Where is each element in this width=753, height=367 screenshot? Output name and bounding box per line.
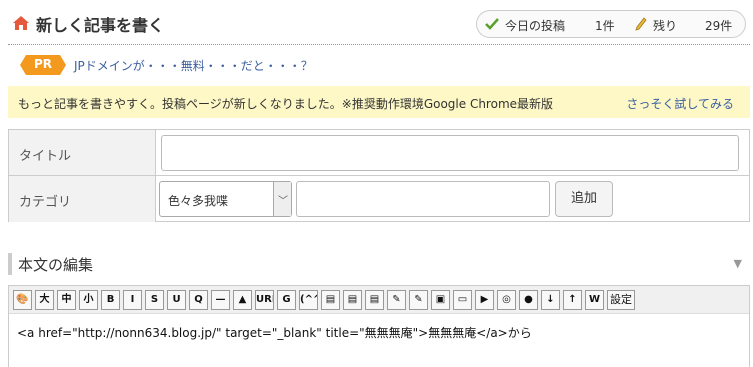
toolbar-word-button[interactable]: W bbox=[585, 290, 604, 310]
toolbar-underline-button[interactable]: U bbox=[167, 290, 186, 310]
toolbar-file1-button[interactable]: ▤ bbox=[321, 290, 340, 310]
add-category-button[interactable]: 追加 bbox=[555, 181, 613, 217]
pr-badge: PR bbox=[20, 55, 66, 75]
check-icon bbox=[485, 18, 499, 30]
toolbar-url-link-button[interactable]: URL bbox=[255, 290, 274, 310]
category-row: カテゴリ 色々多我喋 ﹀ 追加 bbox=[9, 176, 749, 222]
toolbar-hr-button[interactable]: — bbox=[211, 290, 230, 310]
title-input[interactable] bbox=[161, 135, 739, 171]
category-select[interactable]: 色々多我喋 ﹀ bbox=[159, 181, 292, 217]
toolbar-youtube-button[interactable]: ▶ bbox=[475, 290, 494, 310]
remaining-count: 29件 bbox=[705, 19, 733, 33]
pr-badge-label: PR bbox=[33, 57, 53, 71]
notice-banner: もっと記事を書きやすく。投稿ページが新しくなりました。※推奨動作環境Google… bbox=[8, 86, 750, 118]
category-selected-value: 色々多我喋 bbox=[168, 194, 229, 208]
section-title: 本文の編集 bbox=[18, 256, 94, 274]
category-label: カテゴリ bbox=[19, 195, 72, 210]
editor-textarea[interactable]: <a href="http://nonn634.blog.jp/" target… bbox=[17, 324, 532, 341]
toolbar-file2-button[interactable]: ▤ bbox=[343, 290, 362, 310]
toolbar-google-button[interactable]: G bbox=[277, 290, 296, 310]
toolbar-italic-button[interactable]: I bbox=[123, 290, 142, 310]
toolbar-instagram-button[interactable]: ◎ bbox=[497, 290, 516, 310]
toolbar-strike-button[interactable]: S bbox=[145, 290, 164, 310]
toolbar-up-arrow-button[interactable]: ↑ bbox=[563, 290, 582, 310]
toolbar-file3-button[interactable]: ▤ bbox=[365, 290, 384, 310]
toolbar-emoticon-button[interactable]: (^^) bbox=[299, 290, 318, 310]
toolbar-large-button[interactable]: 大 bbox=[35, 290, 54, 310]
home-icon bbox=[13, 16, 29, 30]
page-header: 新しく記事を書く 今日の投稿 1件 残り 29件 bbox=[0, 0, 753, 46]
toolbar-image-button[interactable]: ▲ bbox=[233, 290, 252, 310]
toolbar-tv-button[interactable]: ▣ bbox=[431, 290, 450, 310]
page-title: 新しく記事を書く bbox=[36, 16, 165, 35]
post-form: タイトル カテゴリ 色々多我喋 ﹀ 追加 bbox=[8, 129, 750, 222]
chevron-down-icon[interactable]: ﹀ bbox=[273, 182, 291, 216]
toolbar-evernote-button[interactable]: ● bbox=[519, 290, 538, 310]
toolbar-quote-button[interactable]: Q bbox=[189, 290, 208, 310]
try-new-editor-link[interactable]: さっそく試してみる bbox=[626, 95, 734, 112]
body-section-header: 本文の編集 ▼ bbox=[8, 252, 750, 276]
pencil-icon bbox=[635, 17, 647, 31]
today-posts-count: 1件 bbox=[595, 19, 615, 33]
remaining-label: 残り bbox=[653, 19, 678, 33]
notice-text: もっと記事を書きやすく。投稿ページが新しくなりました。※推奨動作環境Google… bbox=[18, 97, 554, 111]
toolbar-medium-button[interactable]: 中 bbox=[57, 290, 76, 310]
toolbar-settings-button[interactable]: 設定 bbox=[607, 290, 635, 310]
toolbar-small-button[interactable]: 小 bbox=[79, 290, 98, 310]
toolbar-down-arrow-button[interactable]: ↓ bbox=[541, 290, 560, 310]
pr-link[interactable]: JPドメインが・・・無料・・・だと・・・？ bbox=[74, 57, 313, 74]
toolbar-frame-button[interactable]: ▭ bbox=[453, 290, 472, 310]
title-label: タイトル bbox=[19, 149, 72, 164]
header-divider bbox=[8, 44, 750, 45]
title-label-cell: タイトル bbox=[9, 130, 156, 175]
toolbar-marker-button[interactable]: ✎ bbox=[387, 290, 406, 310]
toolbar-bold-button[interactable]: B bbox=[101, 290, 120, 310]
category-label-cell: カテゴリ bbox=[9, 176, 156, 222]
post-stats: 今日の投稿 1件 残り 29件 bbox=[476, 10, 746, 38]
collapse-triangle-icon[interactable]: ▼ bbox=[734, 257, 742, 270]
section-accent-bar bbox=[8, 253, 12, 275]
editor-toolbar: 🎨大中小BISUQ—▲URLG(^^)▤▤▤✎✎▣▭▶◎●↓↑W設定 bbox=[9, 286, 749, 314]
toolbar-highlight-button[interactable]: ✎ bbox=[409, 290, 428, 310]
today-posts-label: 今日の投稿 bbox=[505, 19, 566, 33]
title-row: タイトル bbox=[9, 130, 749, 176]
body-editor: 🎨大中小BISUQ—▲URLG(^^)▤▤▤✎✎▣▭▶◎●↓↑W設定 <a hr… bbox=[8, 285, 750, 367]
new-category-input[interactable] bbox=[296, 181, 550, 217]
toolbar-color-button[interactable]: 🎨 bbox=[13, 290, 32, 310]
